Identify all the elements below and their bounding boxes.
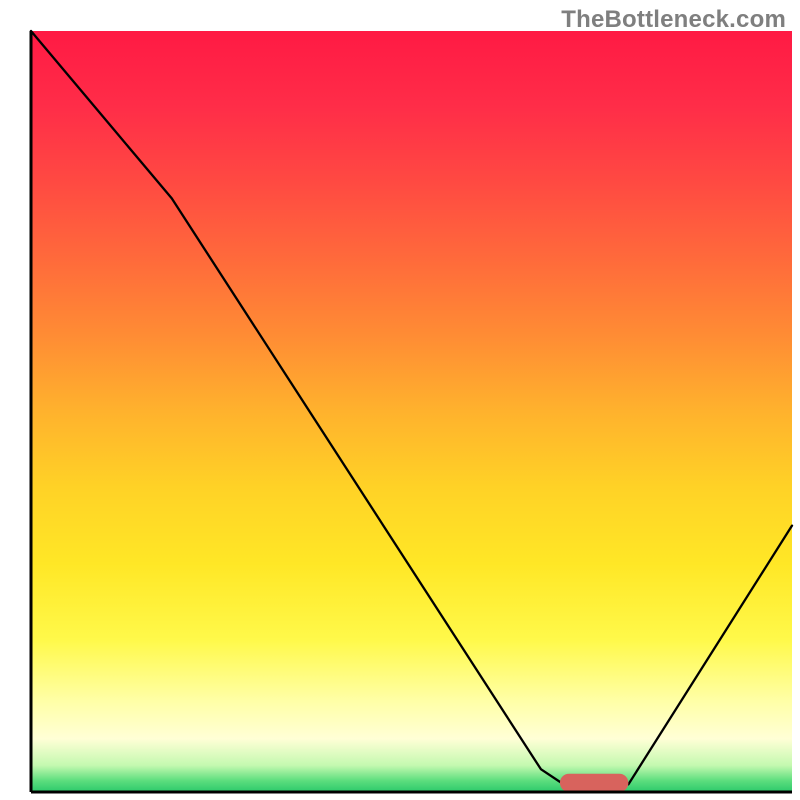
chart-background <box>31 31 792 792</box>
optimal-range-marker <box>560 774 628 792</box>
bottleneck-chart <box>0 0 800 800</box>
watermark-label: TheBottleneck.com <box>561 6 786 34</box>
chart-container: TheBottleneck.com <box>0 0 800 800</box>
